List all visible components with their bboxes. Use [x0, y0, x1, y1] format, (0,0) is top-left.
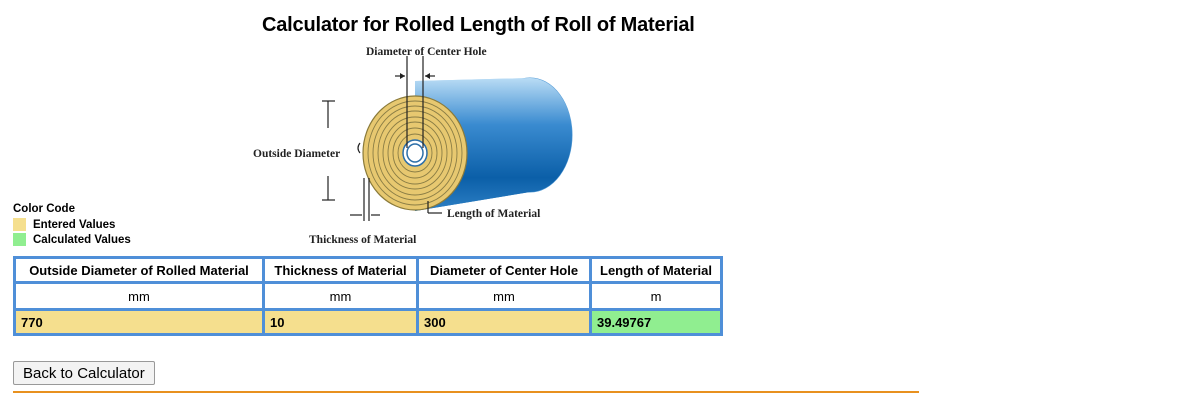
value-center-hole: 300 [419, 311, 589, 333]
header-row: Outside Diameter of Rolled Material Thic… [16, 259, 720, 281]
header-center-hole: Diameter of Center Hole [419, 259, 589, 281]
header-outside-diameter: Outside Diameter of Rolled Material [16, 259, 262, 281]
roll-end-face [362, 95, 468, 211]
legend-item-calculated: Calculated Values [13, 232, 131, 247]
value-length: 39.49767 [592, 311, 720, 333]
legend-title: Color Code [13, 203, 75, 215]
header-thickness: Thickness of Material [265, 259, 416, 281]
value-row: 770 10 300 39.49767 [16, 311, 720, 333]
roll-diagram: Outside Diameter Length of Material Diam… [253, 46, 573, 246]
unit-length: m [592, 284, 720, 308]
entered-swatch [13, 218, 26, 231]
results-table: Outside Diameter of Rolled Material Thic… [13, 256, 723, 336]
center-hole-label: Diameter of Center Hole [366, 46, 487, 58]
calculated-swatch [13, 233, 26, 246]
back-to-calculator-button[interactable]: Back to Calculator [13, 361, 155, 385]
unit-row: mm mm mm m [16, 284, 720, 308]
legend-label-entered: Entered Values [33, 218, 116, 231]
length-of-material-label: Length of Material [447, 208, 540, 220]
unit-outside-diameter: mm [16, 284, 262, 308]
unit-center-hole: mm [419, 284, 589, 308]
unit-thickness: mm [265, 284, 416, 308]
legend-item-entered: Entered Values [13, 217, 131, 232]
value-outside-diameter: 770 [16, 311, 262, 333]
color-code-legend: Color Code Entered Values Calculated Val… [13, 203, 131, 247]
page-title: Calculator for Rolled Length of Roll of … [262, 14, 695, 36]
outside-diameter-label: Outside Diameter [253, 148, 340, 160]
thickness-label: Thickness of Material [309, 234, 416, 246]
legend-label-calculated: Calculated Values [33, 233, 131, 246]
header-length: Length of Material [592, 259, 720, 281]
value-thickness: 10 [265, 311, 416, 333]
divider-line [13, 391, 919, 393]
